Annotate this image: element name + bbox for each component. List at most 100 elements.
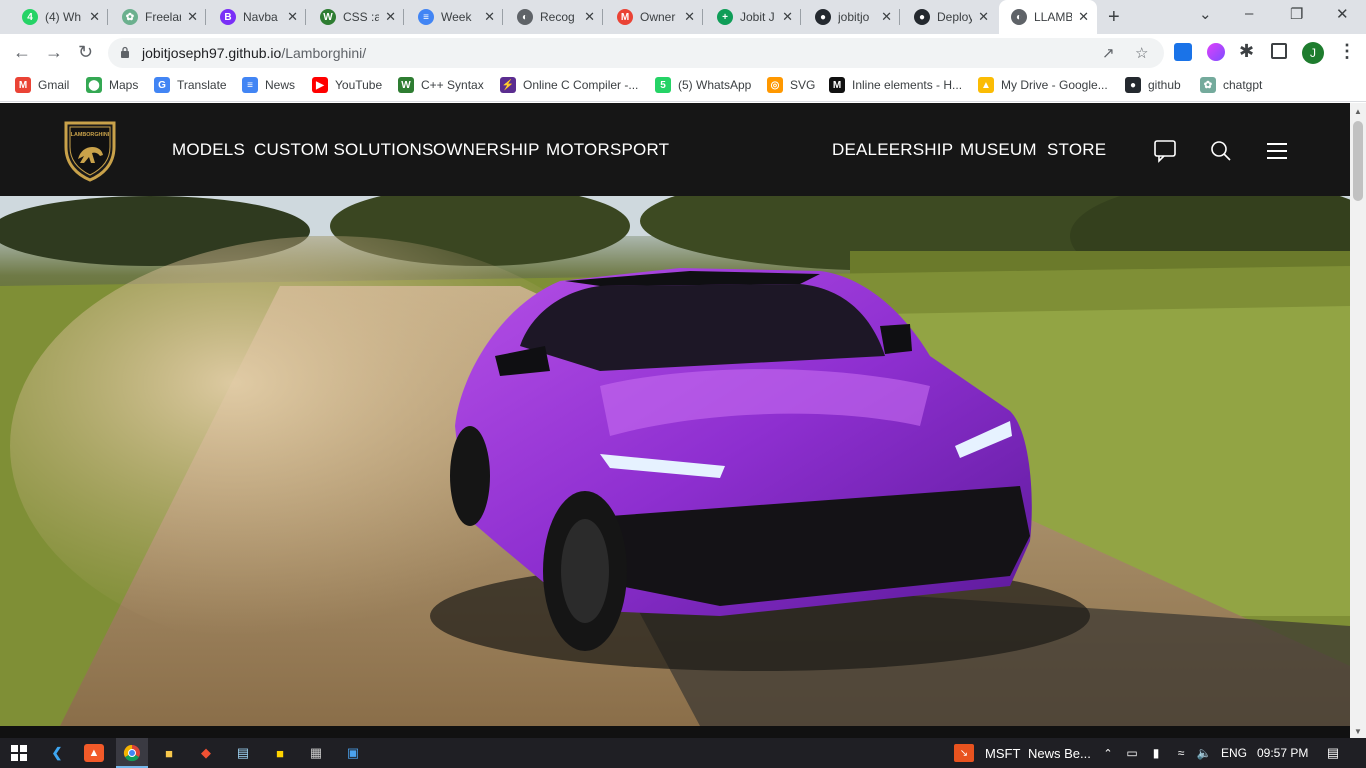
tab-close-icon[interactable]: ✕ (684, 9, 695, 25)
back-arrow-icon[interactable]: ← (13, 42, 31, 63)
battery-icon[interactable]: ▮ (1146, 744, 1166, 762)
maximize-button[interactable]: ❐ (1290, 5, 1303, 23)
tab-close-icon[interactable]: ✕ (978, 9, 989, 25)
nav-dealership[interactable]: DEALEERSHIP (832, 140, 953, 160)
minimize-button[interactable]: – (1245, 5, 1253, 22)
close-window-button[interactable]: ✕ (1336, 5, 1349, 23)
clock-time[interactable]: 09:57 PM (1257, 746, 1308, 760)
chat-icon[interactable] (1153, 139, 1177, 163)
lock-icon[interactable] (120, 46, 130, 58)
browser-tab[interactable]: W CSS :a ✕ (308, 3, 404, 31)
browser-tab[interactable]: ● jobitjo ✕ (803, 3, 900, 31)
nav-store[interactable]: STORE (1047, 140, 1106, 160)
nav-models[interactable]: MODELS (172, 140, 245, 160)
bookmark-item[interactable]: M Inline elements - H... (829, 77, 962, 93)
side-panel-icon[interactable] (1271, 43, 1287, 59)
notepad-icon[interactable]: ▤ (233, 744, 253, 762)
browser-tab[interactable]: ◐ Recog ✕ (505, 3, 603, 31)
share-icon[interactable]: ↗ (1102, 44, 1115, 62)
tab-close-icon[interactable]: ✕ (187, 9, 198, 25)
windows-start-icon[interactable] (9, 744, 29, 762)
bookmark-label: C++ Syntax (421, 78, 484, 92)
page-section-divider (0, 726, 1350, 738)
bookmark-item[interactable]: ▲ My Drive - Google... (978, 77, 1108, 93)
url-host: jobitjoseph97.github.io (142, 45, 282, 61)
reload-icon[interactable]: ↻ (78, 42, 93, 63)
tab-favicon-icon: ● (815, 9, 831, 25)
vscode-icon[interactable]: ❮ (47, 744, 67, 762)
scroll-thumb[interactable] (1353, 121, 1363, 201)
tab-close-icon[interactable]: ✕ (1078, 9, 1089, 25)
lamborghini-logo-icon[interactable]: LAMBORGHINI (62, 119, 118, 182)
bookmark-item[interactable]: W C++ Syntax (398, 77, 484, 93)
browser-tab[interactable]: ◐ LLAMB ✕ (999, 0, 1097, 34)
news-widget-text[interactable]: News Be... (1028, 746, 1091, 761)
bookmark-item[interactable]: ⬤ Maps (86, 77, 138, 93)
bookmark-item[interactable]: ⚡ Online C Compiler -... (500, 77, 638, 93)
show-hidden-icons-chevron-icon[interactable]: ⌃ (1098, 744, 1118, 762)
url-text[interactable]: jobitjoseph97.github.io/Lamborghini/ (142, 45, 366, 61)
stock-ticker-icon[interactable]: ↘ (954, 744, 974, 762)
tab-title: LLAMB (1034, 10, 1073, 24)
file-explorer-icon[interactable]: ■ (159, 744, 179, 762)
photos-icon[interactable]: ▣ (343, 744, 363, 762)
bookmark-item[interactable]: ▶ YouTube (312, 77, 382, 93)
scroll-up-arrow-icon[interactable]: ▲ (1354, 107, 1362, 116)
browser-menu-icon[interactable]: ⋮ (1338, 41, 1356, 62)
brave-icon[interactable]: ▲ (84, 744, 104, 762)
bookmark-item[interactable]: ✿ chatgpt (1200, 77, 1262, 93)
browser-tab[interactable]: ● Deploy ✕ (902, 3, 997, 31)
search-icon[interactable] (1210, 140, 1232, 162)
profile-avatar[interactable]: J (1302, 42, 1324, 64)
bookmark-item[interactable]: ● github (1125, 77, 1181, 93)
address-bar[interactable]: jobitjoseph97.github.io/Lamborghini/ ↗ ☆ (108, 38, 1164, 68)
notifications-icon[interactable]: ▤ (1323, 744, 1343, 762)
tab-close-icon[interactable]: ✕ (287, 9, 298, 25)
bookmark-item[interactable]: G Translate (154, 77, 227, 93)
youtube-icon: ▶ (312, 77, 328, 93)
new-tab-button[interactable]: + (1108, 6, 1120, 29)
stock-ticker-text[interactable]: MSFT (985, 746, 1020, 761)
chrome-icon[interactable] (122, 744, 142, 762)
page-scrollbar[interactable]: ▲ ▼ (1350, 103, 1366, 738)
tab-close-icon[interactable]: ✕ (484, 9, 495, 25)
nav-custom-solutions[interactable]: CUSTOM SOLUTIONS (254, 140, 434, 160)
bookmark-item[interactable]: ◎ SVG (767, 77, 815, 93)
nav-museum[interactable]: MUSEUM (960, 140, 1037, 160)
browser-tab[interactable]: ≡ Week ✕ (406, 3, 503, 31)
git-icon[interactable]: ◆ (196, 744, 216, 762)
volume-icon[interactable]: 🔈 (1194, 744, 1214, 762)
scroll-down-arrow-icon[interactable]: ▼ (1354, 727, 1362, 736)
bookmark-label: Translate (177, 78, 227, 92)
sticky-notes-icon[interactable]: ■ (270, 744, 290, 762)
tab-favicon-icon: ◐ (1011, 9, 1027, 25)
browser-tab[interactable]: M Owner ✕ (605, 3, 703, 31)
download-extension-icon[interactable] (1174, 43, 1192, 61)
language-indicator[interactable]: ENG (1221, 746, 1247, 760)
browser-tab[interactable]: 4 (4) Wh ✕ (10, 3, 108, 31)
tab-search-icon[interactable]: ⌄ (1199, 5, 1212, 23)
browser-tab[interactable]: + Jobit J ✕ (705, 3, 801, 31)
bookmark-star-icon[interactable]: ☆ (1135, 44, 1148, 62)
bookmark-label: My Drive - Google... (1001, 78, 1108, 92)
wifi-icon[interactable]: ≈ (1171, 744, 1191, 762)
puzzle-extensions-icon[interactable]: ✱ (1239, 41, 1254, 62)
nav-motorsport[interactable]: MOTORSPORT (546, 140, 669, 160)
bookmark-item[interactable]: 5 (5) WhatsApp (655, 77, 751, 93)
tab-close-icon[interactable]: ✕ (385, 9, 396, 25)
browser-tab[interactable]: ✿ Freelar ✕ (110, 3, 206, 31)
calculator-icon[interactable]: ▦ (306, 744, 326, 762)
browser-tab[interactable]: B Navba ✕ (208, 3, 306, 31)
nav-ownership[interactable]: OWNERSHIP (433, 140, 540, 160)
tab-close-icon[interactable]: ✕ (782, 9, 793, 25)
bookmark-item[interactable]: M Gmail (15, 77, 69, 93)
extension-icon[interactable] (1207, 43, 1225, 61)
bookmark-item[interactable]: ≡ News (242, 77, 295, 93)
tab-close-icon[interactable]: ✕ (89, 9, 100, 25)
device-icon[interactable]: ▭ (1122, 744, 1142, 762)
hamburger-menu-icon[interactable] (1266, 141, 1288, 161)
tab-close-icon[interactable]: ✕ (881, 9, 892, 25)
forward-arrow-icon[interactable]: → (45, 42, 63, 63)
tab-title: Deploy (937, 10, 973, 24)
tab-close-icon[interactable]: ✕ (584, 9, 595, 25)
